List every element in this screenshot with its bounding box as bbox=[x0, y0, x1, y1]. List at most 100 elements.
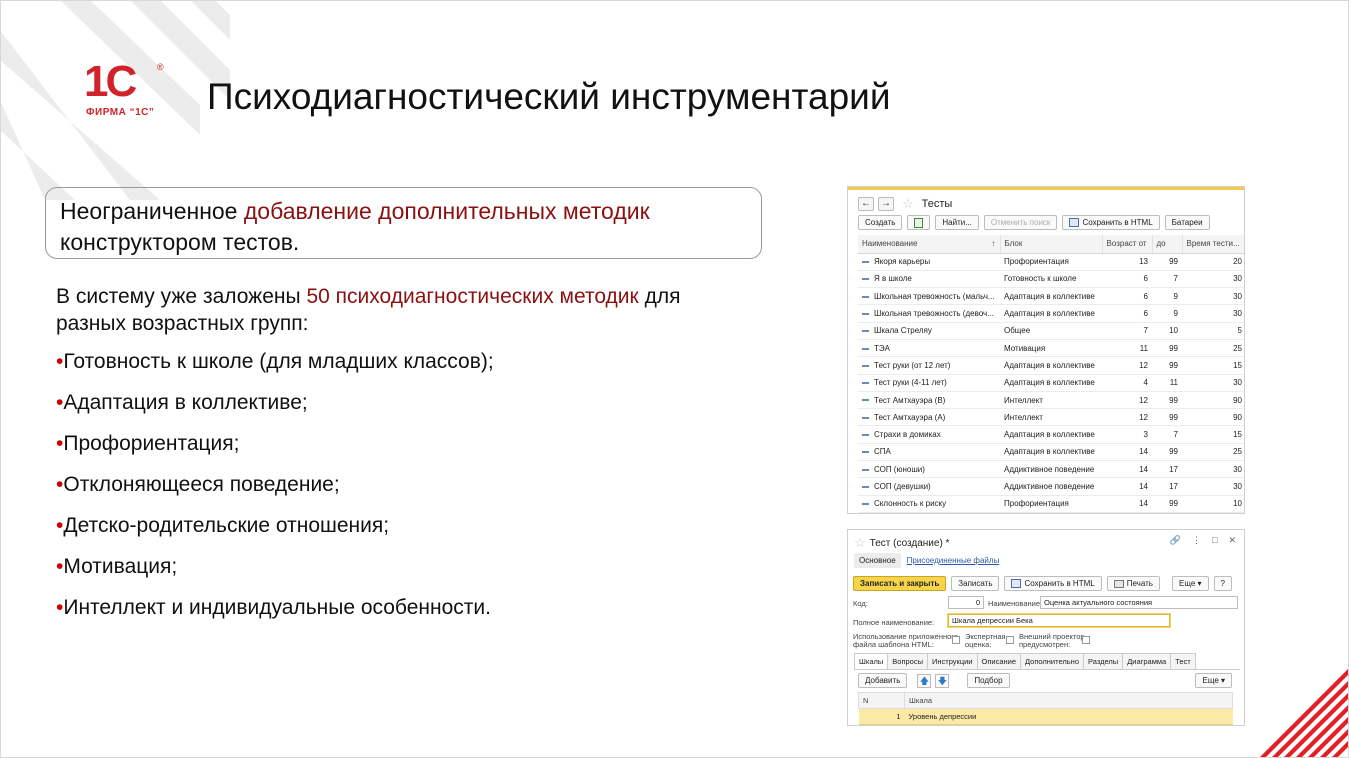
move-up-icon[interactable]: 🡅 bbox=[917, 673, 932, 688]
table-row[interactable]: СОП (девушки) Аддиктивное поведение 14 17 30 bbox=[858, 477, 1244, 496]
column-header-block[interactable]: Блок bbox=[1000, 235, 1103, 254]
methods-list: •Готовность к школе (для младших классов… bbox=[56, 348, 756, 635]
name-label: Наименование: bbox=[988, 599, 1043, 608]
forward-arrow-icon[interactable]: → bbox=[878, 197, 894, 211]
table-row[interactable]: Тест руки (4-11 лет) Адаптация в коллекти… bbox=[858, 374, 1244, 392]
column-header-time[interactable]: Время тести... bbox=[1182, 235, 1244, 254]
test-block-cell: Адаптация в коллективе bbox=[1000, 425, 1102, 444]
full-name-field[interactable]: Шкала депрессии Бека bbox=[948, 614, 1170, 627]
table-row[interactable]: Якоря карьеры Профориентация 13 99 20 bbox=[858, 253, 1244, 271]
test-name-text: СОП (девушки) bbox=[874, 482, 931, 491]
test-block-cell: Мотивация bbox=[1000, 339, 1102, 358]
create-button[interactable]: Создать bbox=[858, 215, 903, 230]
test-time-cell: 30 bbox=[1182, 304, 1244, 323]
code-field[interactable]: 0 bbox=[948, 596, 984, 609]
tab-attached-files[interactable]: Присоединенные файлы bbox=[905, 553, 1002, 568]
move-down-icon[interactable]: 🡇 bbox=[935, 673, 950, 688]
test-block-cell: Профориентация bbox=[1000, 253, 1102, 271]
age-to-cell: 9 bbox=[1152, 304, 1182, 323]
column-header-age-from[interactable]: Возраст от bbox=[1102, 235, 1153, 254]
name-field[interactable]: Оценка актуального состояния bbox=[1040, 596, 1238, 609]
tab-questions[interactable]: Вопросы bbox=[887, 653, 928, 669]
age-to-cell: 99 bbox=[1152, 408, 1182, 427]
tab-sections[interactable]: Разделы bbox=[1083, 653, 1124, 669]
intro-highlight: 50 психодиагностических методик bbox=[306, 285, 639, 308]
test-name-text: Склонность к риску bbox=[874, 499, 947, 509]
age-to-cell: 17 bbox=[1152, 460, 1182, 479]
tab-instructions[interactable]: Инструкции bbox=[926, 653, 978, 669]
more-actions-button[interactable]: Еще ▾ bbox=[1172, 576, 1209, 591]
html-export-icon bbox=[1011, 579, 1022, 588]
scales-toolbar: Добавить 🡅 🡇 Подбор bbox=[858, 673, 1010, 688]
table-row[interactable]: Я в школе Готовность к школе 6 7 30 bbox=[858, 270, 1244, 289]
age-from-cell: 13 bbox=[1102, 253, 1152, 271]
add-scale-button[interactable]: Добавить bbox=[858, 673, 908, 688]
table-row[interactable]: Тест Амтхауэра (А) Интеллект 12 99 90 bbox=[858, 408, 1244, 427]
column-header-age-to[interactable]: до bbox=[1152, 235, 1183, 254]
cancel-search-button[interactable]: Отменить поиск bbox=[983, 215, 1058, 230]
batteries-button[interactable]: Батареи bbox=[1164, 215, 1210, 230]
intro-paragraph: В систему уже заложены 50 психодиагности… bbox=[56, 283, 756, 337]
expert-label-line2: оценка: bbox=[965, 640, 992, 649]
projector-checkbox[interactable] bbox=[1082, 636, 1090, 644]
more-menu-icon[interactable]: ⋮ bbox=[1192, 535, 1201, 546]
table-row[interactable]: Тест Амтхауэра (В) Интеллект 12 99 90 bbox=[858, 391, 1244, 410]
table-row[interactable]: Тест руки (от 12 лет) Адаптация в коллект… bbox=[858, 356, 1244, 375]
test-name-cell: Страхи в домиках bbox=[858, 425, 1000, 444]
column-header-name[interactable]: Наименование ↑ bbox=[858, 235, 1001, 254]
test-form-toolbar: Записать и закрыть Записать Сохранить в … bbox=[853, 576, 1160, 591]
save-html-button[interactable]: Сохранить в HTML bbox=[1004, 576, 1102, 591]
table-row[interactable]: ТЭА Мотивация 11 99 25 bbox=[858, 339, 1244, 358]
help-button[interactable]: ? bbox=[1213, 576, 1232, 591]
expert-checkbox[interactable] bbox=[1006, 636, 1014, 644]
tab-additional[interactable]: Дополнительно bbox=[1020, 653, 1084, 669]
tab-description[interactable]: Описание bbox=[976, 653, 1022, 669]
table-row[interactable]: СОП (юноши) Аддиктивное поведение 14 17 30 bbox=[858, 460, 1244, 479]
item-marker-icon bbox=[862, 330, 869, 333]
test-name-cell: Склонность к риску bbox=[858, 495, 1000, 513]
table-row[interactable]: СПА Адаптация в коллективе 14 99 25 bbox=[858, 443, 1244, 462]
list-item-text: Профориентация; bbox=[63, 432, 240, 455]
table-row[interactable]: Шкала Стреляу Общее 7 10 5 bbox=[858, 322, 1244, 340]
scales-toolbar-right: Еще ▾ bbox=[1195, 673, 1232, 688]
age-to-cell: 99 bbox=[1152, 443, 1182, 462]
list-item-text: Готовность к школе (для младших классов)… bbox=[63, 350, 494, 373]
find-button[interactable]: Найти... bbox=[935, 215, 979, 230]
copy-document-button[interactable] bbox=[907, 215, 931, 230]
favorite-star-icon[interactable]: ☆ bbox=[902, 196, 914, 212]
pick-button[interactable]: Подбор bbox=[967, 673, 1010, 688]
column-header-n[interactable]: N bbox=[858, 692, 905, 709]
favorite-star-icon[interactable]: ☆ bbox=[854, 535, 866, 551]
save-button[interactable]: Записать bbox=[951, 576, 1000, 591]
restore-window-icon[interactable]: □ bbox=[1212, 535, 1217, 546]
table-row[interactable]: Склонность к риску Профориентация 14 99 10 bbox=[858, 495, 1244, 513]
tests-window-title: Тесты bbox=[921, 198, 953, 210]
html-template-checkbox[interactable] bbox=[952, 636, 960, 644]
scales-more-button[interactable]: Еще ▾ bbox=[1195, 673, 1232, 688]
test-form-title: Тест (создание) * bbox=[869, 537, 950, 549]
table-row[interactable]: Школьная тревожность (мальч... Адаптация … bbox=[858, 287, 1244, 306]
tab-test[interactable]: Тест bbox=[1170, 653, 1196, 669]
test-name-cell: Школьная тревожность (девоч... bbox=[858, 304, 1000, 323]
table-row[interactable]: Страхи в домиках Адаптация в коллективе 3 7… bbox=[858, 425, 1244, 444]
save-and-close-button[interactable]: Записать и закрыть bbox=[853, 576, 947, 591]
close-icon[interactable]: ✕ bbox=[1228, 535, 1236, 546]
back-arrow-icon[interactable]: ← bbox=[858, 197, 874, 211]
item-marker-icon bbox=[862, 399, 869, 402]
save-html-button[interactable]: Сохранить в HTML bbox=[1062, 215, 1160, 230]
print-button[interactable]: Печать bbox=[1106, 576, 1160, 591]
table-row[interactable]: Школьная тревожность (девоч... Адаптация … bbox=[858, 304, 1244, 323]
tab-main[interactable]: Основное bbox=[854, 553, 901, 568]
company-logo: 1С ® ФИРМА “1С” bbox=[84, 60, 174, 122]
tab-diagram[interactable]: Диаграмма bbox=[1122, 653, 1172, 669]
form-sections: Основное Присоединенные файлы bbox=[854, 553, 1001, 568]
tab-scales[interactable]: Шкалы bbox=[854, 653, 889, 669]
table-row[interactable]: 1 Уровень депрессии bbox=[858, 708, 1233, 725]
column-header-scale[interactable]: Шкала bbox=[904, 692, 1233, 709]
projector-label: Внешний проектор предусмотрен: bbox=[1019, 633, 1085, 649]
test-block-cell: Адаптация в коллективе bbox=[1000, 304, 1102, 323]
scales-table: N Шкала 1 Уровень депрессии bbox=[858, 692, 1233, 725]
age-from-cell: 3 bbox=[1102, 425, 1152, 444]
table-header-row: Наименование ↑ Блок Возраст от до Время т… bbox=[858, 235, 1244, 254]
link-icon[interactable]: 🔗 bbox=[1170, 535, 1181, 546]
